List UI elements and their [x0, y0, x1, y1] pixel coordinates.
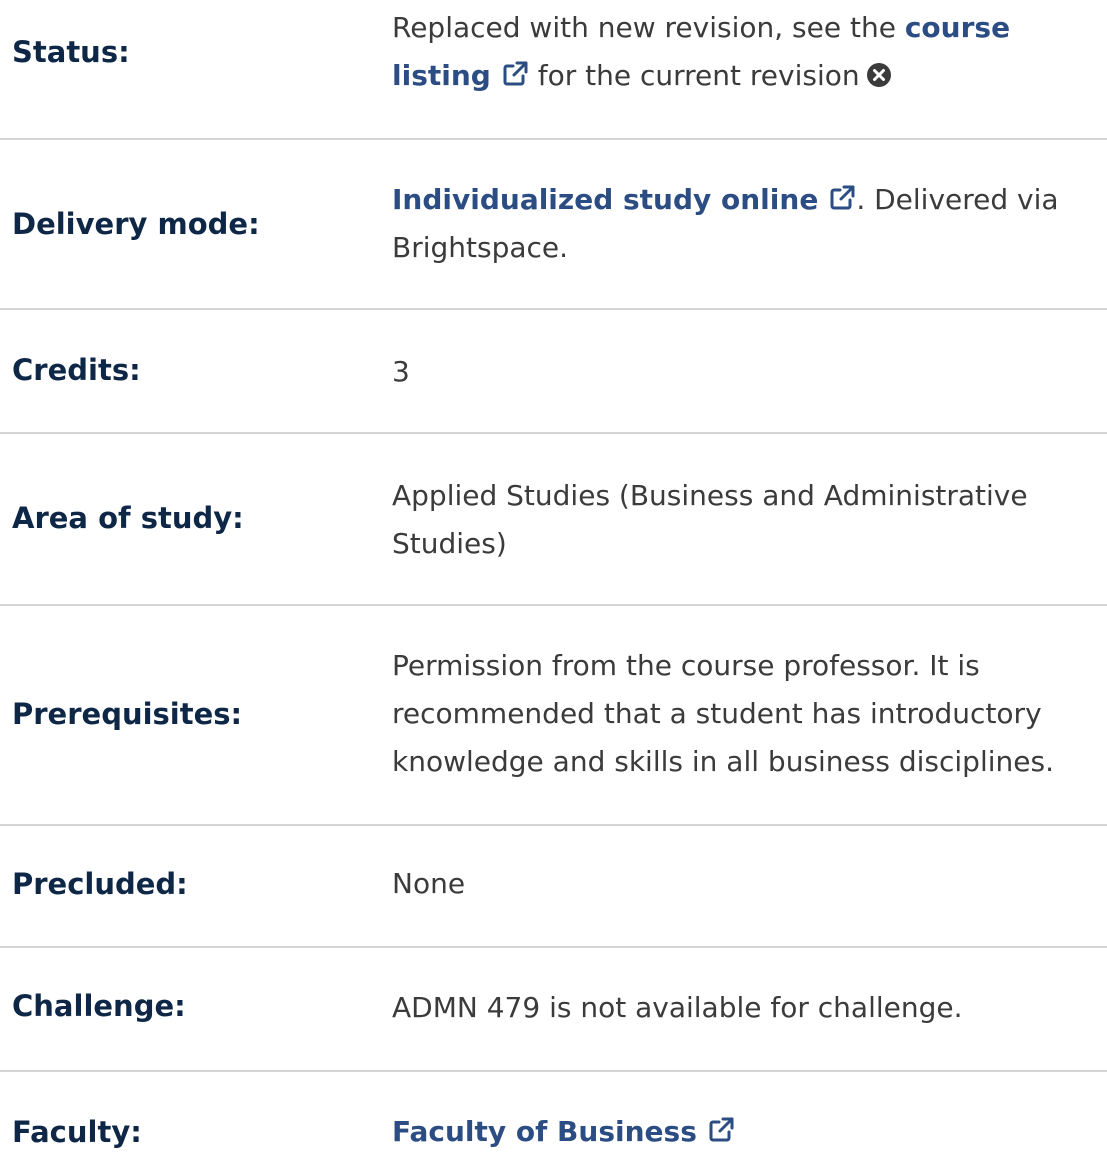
faculty-value: Faculty of Business: [392, 1108, 1107, 1156]
row-prerequisites: Prerequisites: Permission from the cours…: [0, 606, 1107, 826]
delivery-text: . Delivered via: [856, 183, 1059, 216]
external-link-icon[interactable]: [707, 1111, 735, 1142]
challenge-value: ADMN 479 is not available for challenge.: [392, 991, 963, 1024]
area-line-1: Applied Studies (Business and Administra…: [392, 479, 1028, 512]
delivery-label: Delivery mode:: [12, 207, 260, 241]
status-value: Replaced with new revision, see the cour…: [392, 4, 1107, 100]
individualized-study-link[interactable]: Individualized study online: [392, 183, 818, 216]
row-faculty: Faculty: Faculty of Business: [0, 1072, 1107, 1149]
precluded-value: None: [392, 867, 466, 900]
status-text-before: Replaced with new revision, see the: [392, 11, 905, 44]
row-precluded: Precluded: None: [0, 826, 1107, 948]
status-label: Status:: [12, 35, 130, 69]
course-listing-link-cont[interactable]: listing: [392, 59, 491, 92]
close-circle-icon: [866, 55, 892, 87]
row-status: Status: Replaced with new revision, see …: [0, 0, 1107, 140]
prerequisites-value: Permission from the course professor. It…: [392, 642, 1107, 786]
area-value: Applied Studies (Business and Administra…: [392, 472, 1107, 568]
area-line-2: Studies): [392, 527, 507, 560]
row-credits: Credits: 3: [0, 310, 1107, 434]
row-area-of-study: Area of study: Applied Studies (Business…: [0, 434, 1107, 606]
prerequisites-label: Prerequisites:: [12, 697, 243, 731]
faculty-label: Faculty:: [12, 1115, 142, 1149]
delivery-line-1: Individualized study online . Delivered v…: [392, 176, 1107, 224]
faculty-of-business-link[interactable]: Faculty of Business: [392, 1115, 697, 1148]
area-label: Area of study:: [12, 501, 244, 535]
prerequisites-line-1: Permission from the course professor. It…: [392, 649, 980, 682]
delivery-line-2: Brightspace.: [392, 231, 569, 264]
status-text-after: for the current revision: [528, 59, 860, 92]
precluded-label: Precluded:: [12, 867, 188, 901]
course-listing-link[interactable]: course: [905, 11, 1010, 44]
status-line-1: Replaced with new revision, see the cour…: [392, 4, 1107, 52]
credits-label: Credits:: [12, 353, 141, 387]
credits-value: 3: [392, 355, 410, 388]
status-line-2: listing for the current revision: [392, 52, 1107, 100]
delivery-value: Individualized study online . Delivered v…: [392, 176, 1107, 272]
row-delivery-mode: Delivery mode: Individualized study onli…: [0, 140, 1107, 310]
external-link-icon[interactable]: [501, 55, 529, 86]
prerequisites-line-2: recommended that a student has introduct…: [392, 697, 1042, 730]
prerequisites-line-3: knowledge and skills in all business dis…: [392, 745, 1054, 778]
external-link-icon[interactable]: [828, 179, 856, 210]
row-challenge: Challenge: ADMN 479 is not available for…: [0, 948, 1107, 1072]
challenge-label: Challenge:: [12, 989, 186, 1023]
